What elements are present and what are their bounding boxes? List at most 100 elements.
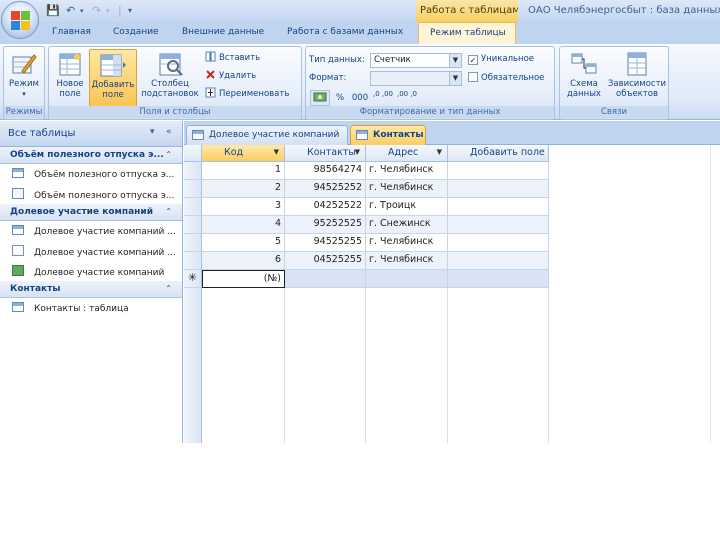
table-cell[interactable]: 2: [202, 180, 285, 198]
percent-format-button[interactable]: %: [332, 90, 348, 106]
row-selector[interactable]: [184, 252, 202, 270]
table-cell[interactable]: [448, 216, 549, 234]
column-header-add-field[interactable]: Добавить поле: [448, 145, 549, 162]
nav-header[interactable]: Все таблицы ▾ «: [0, 121, 182, 147]
object-dependencies-button[interactable]: Зависимости объектов: [606, 51, 668, 99]
doc-tab-active[interactable]: Контакты: [350, 125, 426, 145]
select-all-corner[interactable]: [184, 145, 202, 162]
new-record-marker[interactable]: ✳: [184, 270, 202, 288]
table-cell[interactable]: г. Снежинск: [366, 216, 448, 234]
table-cell[interactable]: 94525255: [285, 234, 366, 252]
table-cell[interactable]: 4: [202, 216, 285, 234]
doc-tab[interactable]: Долевое участие компаний: [186, 125, 348, 145]
table-cell[interactable]: 5: [202, 234, 285, 252]
table-cell[interactable]: [448, 252, 549, 270]
table-cell[interactable]: 04525255: [285, 252, 366, 270]
datatype-label: Тип данных:: [309, 55, 365, 65]
unique-checkbox[interactable]: ✓ Уникальное: [468, 54, 534, 65]
table-cell[interactable]: г. Троицк: [366, 198, 448, 216]
column-header-address[interactable]: Адрес ▼: [366, 145, 448, 162]
undo-icon[interactable]: ↶: [66, 4, 75, 17]
table-cell[interactable]: г. Челябинск: [366, 180, 448, 198]
row-selector[interactable]: [184, 234, 202, 252]
delete-column-button[interactable]: Удалить: [205, 69, 256, 83]
add-field-button[interactable]: Добавить поле: [89, 49, 137, 107]
nav-item[interactable]: Долевое участие компаний ...: [0, 221, 182, 241]
table-cell[interactable]: [366, 270, 448, 288]
rename-column-button[interactable]: Переименовать: [205, 87, 289, 101]
table-cell[interactable]: г. Челябинск: [366, 234, 448, 252]
required-checkbox[interactable]: Обязательное: [468, 72, 544, 83]
chevron-down-icon: ▼: [449, 72, 461, 85]
customize-qat-icon[interactable]: ▾: [128, 6, 132, 15]
nav-menu-icon[interactable]: ▾: [150, 127, 155, 137]
row-selector[interactable]: [184, 216, 202, 234]
collapse-pane-icon[interactable]: «: [166, 127, 172, 137]
row-selector[interactable]: [184, 198, 202, 216]
table-cell[interactable]: [448, 234, 549, 252]
table-cell[interactable]: 6: [202, 252, 285, 270]
table-cell[interactable]: [285, 270, 366, 288]
nav-item[interactable]: Долевое участие компаний ...: [0, 241, 182, 261]
separator-icon: |: [118, 4, 122, 17]
decrease-decimals-button[interactable]: ,00 ,0: [396, 90, 418, 106]
nav-item[interactable]: Контакты : таблица: [0, 298, 182, 318]
office-button[interactable]: [1, 1, 39, 39]
collapse-icon: ⌃: [165, 150, 172, 159]
relationships-label-1: Схема: [570, 79, 598, 89]
datatype-select[interactable]: Счетчик ▼: [370, 53, 462, 68]
nav-group-header[interactable]: Долевое участие компаний ⌃: [0, 204, 182, 221]
insert-column-button[interactable]: Вставить: [205, 51, 260, 65]
redo-dropdown-icon[interactable]: ▾: [106, 7, 110, 15]
table-cell[interactable]: 94525252: [285, 180, 366, 198]
tab-database-tools[interactable]: Работа с базами данных: [287, 27, 403, 37]
table-cell[interactable]: 04252522: [285, 198, 366, 216]
table-cell[interactable]: [448, 180, 549, 198]
column-header-id[interactable]: Код ▼: [202, 145, 285, 162]
lookup-column-button[interactable]: Столбец подстановок: [139, 51, 201, 99]
increase-decimals-button[interactable]: ,0 ,00: [372, 90, 394, 106]
format-label: Формат:: [309, 73, 347, 83]
chevron-down-icon[interactable]: ▼: [437, 148, 442, 156]
tab-datasheet[interactable]: Режим таблицы: [418, 22, 516, 44]
thousands-format-button[interactable]: 000: [350, 90, 370, 106]
table-cell[interactable]: г. Челябинск: [366, 162, 448, 180]
table-cell[interactable]: 98564274: [285, 162, 366, 180]
nav-group-header[interactable]: Объём полезного отпуска э... ⌃: [0, 147, 182, 164]
chevron-down-icon[interactable]: ▼: [274, 148, 279, 156]
new-record-id-cell[interactable]: (№): [202, 270, 285, 288]
vertical-scrollbar[interactable]: [710, 145, 720, 443]
nav-item-label: Долевое участие компаний ...: [34, 227, 176, 237]
row-selector[interactable]: [184, 162, 202, 180]
tab-home[interactable]: Главная: [52, 27, 91, 37]
undo-dropdown-icon[interactable]: ▾: [80, 7, 84, 15]
save-icon[interactable]: 💾: [46, 4, 60, 17]
nav-item[interactable]: Долевое участие компаний: [0, 261, 182, 281]
nav-group-header[interactable]: Контакты ⌃: [0, 281, 182, 298]
nav-item[interactable]: Объём полезного отпуска э...: [0, 164, 182, 184]
row-selector[interactable]: [184, 180, 202, 198]
table-cell[interactable]: [448, 162, 549, 180]
table-cell[interactable]: [448, 270, 549, 288]
relationships-button[interactable]: Схема данных: [562, 51, 606, 99]
tab-create[interactable]: Создание: [113, 27, 159, 37]
tab-external-data[interactable]: Внешние данные: [182, 27, 264, 37]
column-header-contacts[interactable]: Контакты ▼: [285, 145, 366, 162]
table-icon: [192, 130, 204, 140]
format-select[interactable]: ▼: [370, 71, 462, 86]
new-field-button[interactable]: Новое поле: [53, 51, 87, 99]
nav-item[interactable]: Объём полезного отпуска э...: [0, 184, 182, 204]
currency-format-button[interactable]: [310, 90, 330, 106]
add-field-icon: [99, 52, 127, 78]
table-cell[interactable]: 95252525: [285, 216, 366, 234]
table-icon: [12, 225, 24, 235]
table-cell[interactable]: 3: [202, 198, 285, 216]
table-cell[interactable]: [448, 198, 549, 216]
table-cell[interactable]: г. Челябинск: [366, 252, 448, 270]
table-cell[interactable]: 1: [202, 162, 285, 180]
required-label: Обязательное: [481, 73, 545, 83]
view-mode-button[interactable]: Режим ▾: [6, 51, 42, 99]
redo-icon[interactable]: ↷: [92, 4, 101, 17]
view-mode-dropdown-icon: ▾: [22, 90, 26, 98]
chevron-down-icon[interactable]: ▼: [355, 148, 360, 156]
